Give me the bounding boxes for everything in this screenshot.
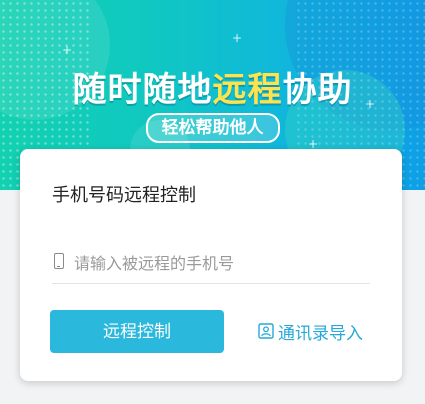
headline-text: 随时随地 [72,70,213,110]
headline-text: 协助 [282,70,353,110]
banner-headline: 随时随地远程协助 [0,62,425,111]
phone-icon [54,253,64,269]
banner-subtitle: 轻松帮助他人 [145,113,280,143]
contact-card-icon [258,323,274,339]
card-title: 手机号码远程控制 [52,185,196,206]
remote-control-card: 手机号码远程控制 远程控制 通讯录导入 [20,149,402,381]
contacts-link-label: 通讯录导入 [278,323,363,344]
decor-circle [285,0,425,130]
import-contacts-link[interactable]: 通讯录导入 [258,319,363,344]
sparkle-icon: + [365,97,376,111]
phone-field[interactable] [52,249,370,284]
phone-number-input[interactable] [74,249,364,277]
headline-highlight: 远程 [212,70,283,110]
sparkle-icon: + [62,43,73,57]
sparkle-icon: + [232,31,243,45]
remote-control-button[interactable]: 远程控制 [50,310,224,353]
